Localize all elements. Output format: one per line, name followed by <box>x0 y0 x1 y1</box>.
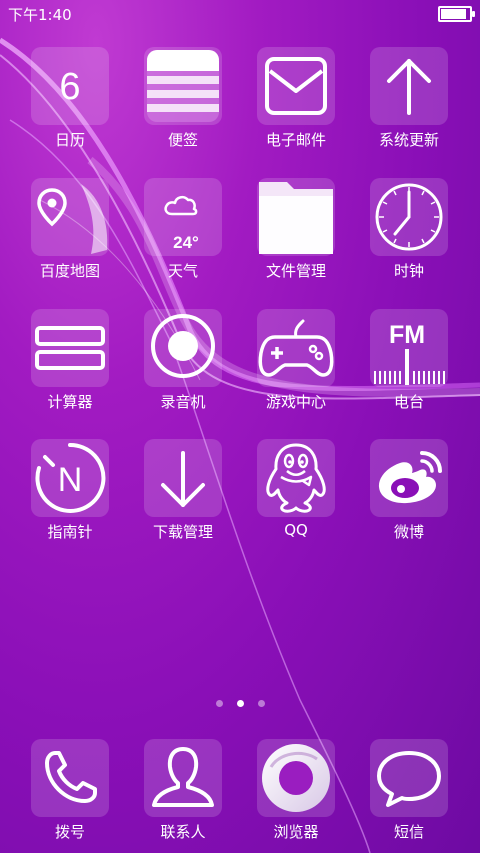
app-weibo[interactable]: 微博 <box>359 439 459 559</box>
page-dot[interactable] <box>257 700 265 707</box>
app-label: 便签 <box>167 131 198 149</box>
compass-icon: N <box>31 439 109 517</box>
dock-contacts[interactable]: 联系人 <box>133 739 233 853</box>
battery-fill <box>441 9 466 19</box>
app-baidu-map[interactable]: 百度地图 <box>20 178 120 298</box>
app-label: 录音机 <box>160 393 206 411</box>
app-qq[interactable]: QQ <box>246 439 346 559</box>
compass-letter: N <box>58 461 83 499</box>
app-clock[interactable]: 时钟 <box>359 178 459 298</box>
app-label: 短信 <box>393 823 424 841</box>
app-compass[interactable]: N 指南针 <box>20 439 120 559</box>
app-label: 天气 <box>167 262 198 280</box>
app-game-center[interactable]: 游戏中心 <box>246 309 346 429</box>
app-label: 计算器 <box>47 393 93 411</box>
update-arrow-icon <box>370 47 448 125</box>
contacts-icon <box>144 739 222 817</box>
app-label: 时钟 <box>393 262 424 280</box>
dock-messages[interactable]: 短信 <box>359 739 459 853</box>
weather-temperature: 24° <box>173 233 199 252</box>
map-icon <box>31 178 109 256</box>
dock-browser[interactable]: 浏览器 <box>246 739 346 853</box>
app-label: 微博 <box>393 523 424 541</box>
mail-icon <box>257 47 335 125</box>
app-label: 文件管理 <box>265 262 326 280</box>
app-label: 系统更新 <box>378 131 439 149</box>
app-label: 浏览器 <box>273 823 319 841</box>
folder-icon <box>257 178 335 256</box>
weather-cloud-icon: 24° <box>144 178 222 256</box>
calculator-icon <box>31 309 109 387</box>
radio-icon: FM <box>370 309 448 387</box>
calendar-icon: 6 <box>31 47 109 125</box>
app-weather[interactable]: 24° 天气 <box>133 178 233 298</box>
app-label: QQ <box>284 521 308 539</box>
battery-icon <box>438 6 475 22</box>
app-label: 拨号 <box>54 823 85 841</box>
phone-icon <box>31 739 109 817</box>
download-icon <box>144 439 222 517</box>
app-system-update[interactable]: 系统更新 <box>359 47 459 167</box>
app-download-manager[interactable]: 下载管理 <box>133 439 233 559</box>
gamepad-icon <box>257 309 335 387</box>
radio-fm-text: FM <box>389 321 425 349</box>
app-label: 指南针 <box>47 523 93 541</box>
app-label: 电台 <box>393 393 424 411</box>
app-calculator[interactable]: 计算器 <box>20 309 120 429</box>
app-file-manager[interactable]: 文件管理 <box>246 178 346 298</box>
messages-icon <box>370 739 448 817</box>
status-bar: 下午1:40 <box>0 0 480 26</box>
clock-icon <box>370 178 448 256</box>
page-dot[interactable] <box>215 700 223 707</box>
calendar-day-number: 6 <box>59 66 80 108</box>
home-screen: 下午1:40 6 日历 便签 电子邮件 系统更新 百度地图 24° 天气 文件管… <box>0 0 480 853</box>
weibo-icon <box>370 439 448 517</box>
app-label: 百度地图 <box>39 262 100 280</box>
dock-phone[interactable]: 拨号 <box>20 739 120 853</box>
app-label: 联系人 <box>160 823 206 841</box>
app-calendar[interactable]: 6 日历 <box>20 47 120 167</box>
status-time: 下午1:40 <box>8 6 72 24</box>
app-email[interactable]: 电子邮件 <box>246 47 346 167</box>
page-dot-active[interactable] <box>236 700 244 707</box>
app-label: 游戏中心 <box>265 393 326 411</box>
app-label: 下载管理 <box>152 523 213 541</box>
browser-icon <box>257 739 335 817</box>
qq-penguin-icon <box>257 439 335 517</box>
notes-icon <box>144 47 222 125</box>
app-label: 电子邮件 <box>265 131 326 149</box>
recorder-icon <box>144 309 222 387</box>
app-recorder[interactable]: 录音机 <box>133 309 233 429</box>
app-notes[interactable]: 便签 <box>133 47 233 167</box>
app-label: 日历 <box>54 131 85 149</box>
app-radio[interactable]: FM 电台 <box>359 309 459 429</box>
page-indicator[interactable] <box>0 700 480 712</box>
